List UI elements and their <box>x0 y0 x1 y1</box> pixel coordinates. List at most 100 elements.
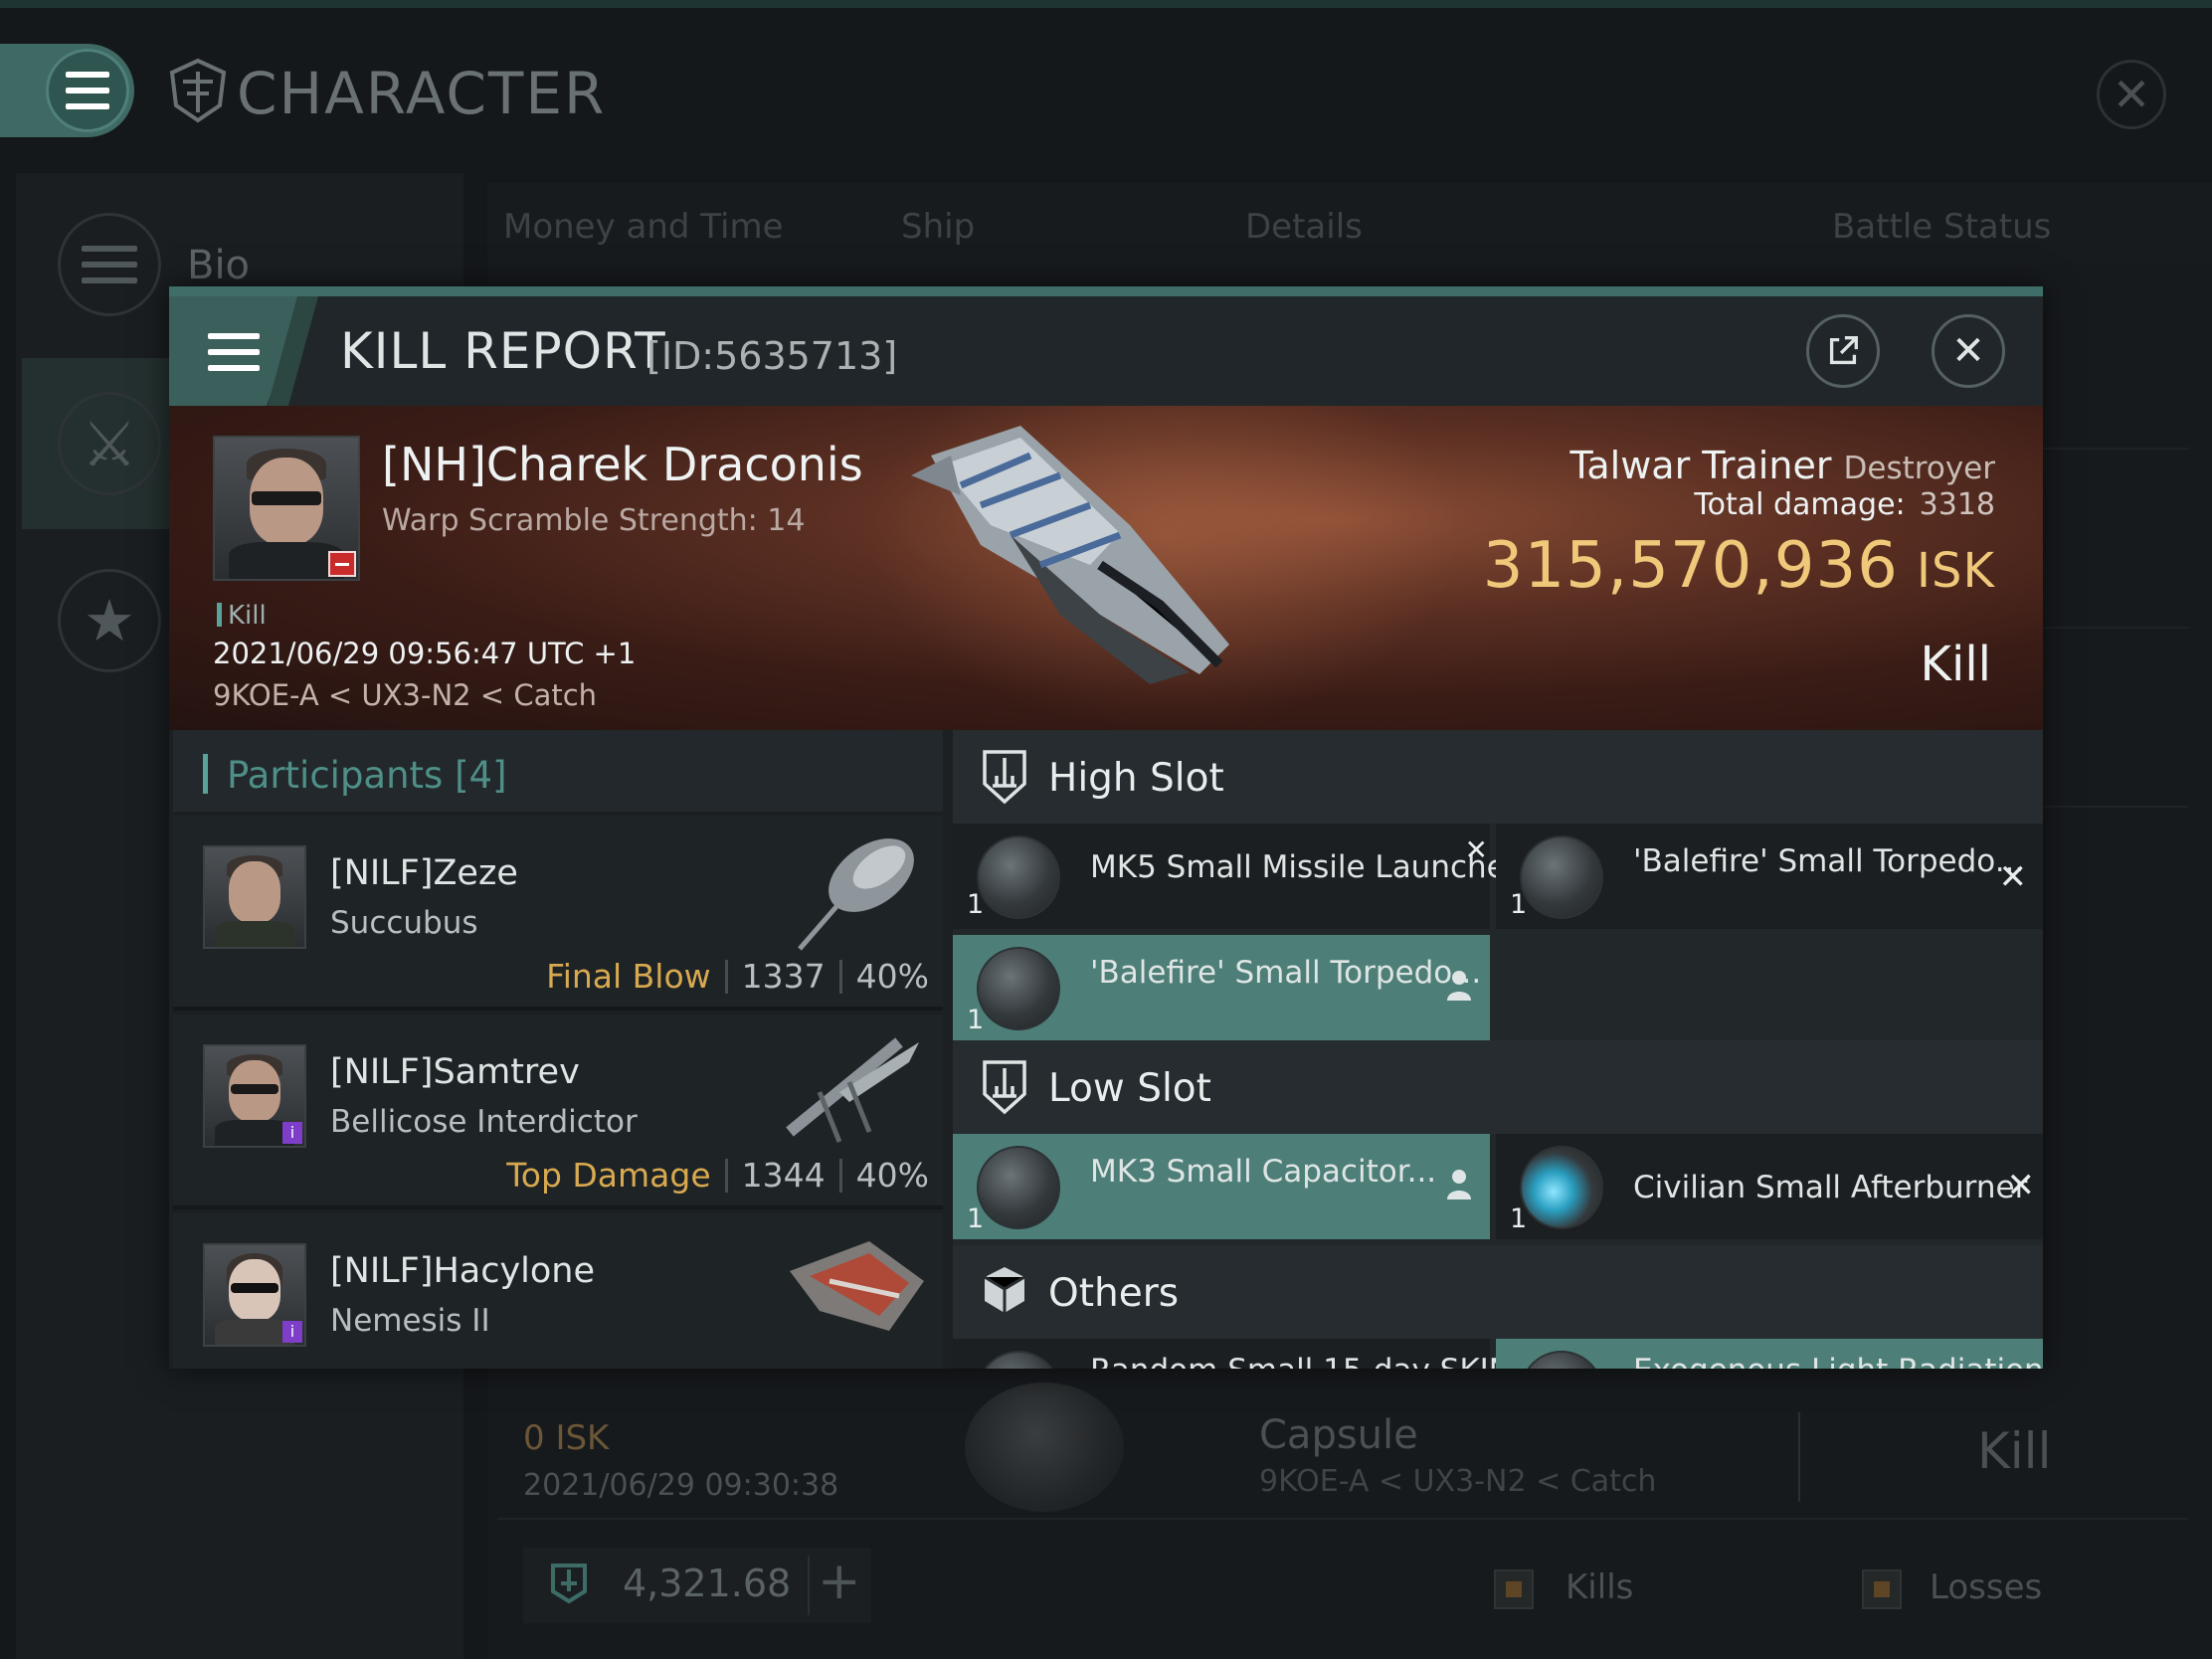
module-name: Exogenous Light Radiation... <box>1633 1353 2043 1369</box>
high-slot-title: High Slot <box>1048 756 1224 801</box>
participant-name: [NILF]Samtrev <box>330 1052 580 1092</box>
module-quantity: 1 <box>967 1005 985 1035</box>
kills-label[interactable]: Kills <box>1566 1567 1633 1607</box>
external-link-icon <box>1829 336 1858 365</box>
participants-header[interactable]: Participants [4] <box>173 730 943 812</box>
kill-datetime: 2021/06/29 09:56:47 UTC +1 <box>213 637 637 670</box>
kill-tag-label: Kill <box>228 601 267 631</box>
tab-battle-status[interactable]: Battle Status <box>1832 207 2051 247</box>
close-dialog-button[interactable]: ✕ <box>1932 314 2005 388</box>
kills-checkbox[interactable] <box>1494 1569 1534 1609</box>
close-icon: ✕ <box>1951 328 1985 374</box>
others-header: Others <box>953 1245 2043 1339</box>
character-helmet-icon <box>169 58 227 123</box>
victim-portrait[interactable] <box>213 436 360 581</box>
participant-portrait[interactable]: i <box>203 1044 306 1148</box>
kill-location[interactable]: 9KOE-A < UX3-N2 < Catch <box>213 678 597 712</box>
participant-ship-image <box>790 1241 924 1331</box>
destroyed-icon: ✕ <box>1464 833 1488 866</box>
crossed-swords-icon[interactable]: ⚔ <box>58 392 161 495</box>
participant-stats: Final Blow 1337 40% <box>546 957 929 996</box>
participants-panel: Participants [4] [NILF]Zeze Succubus Fin… <box>173 730 943 1369</box>
module-slot[interactable]: 1 MK3 Small Capacitor... <box>953 1134 1490 1239</box>
battle-entry-row[interactable]: 0 ISK 2021/06/29 09:30:38 Capsule 9KOE-A… <box>497 1382 2188 1522</box>
losses-checkbox[interactable] <box>1862 1569 1902 1609</box>
top-damage-label: Top Damage <box>506 1156 711 1195</box>
module-name: 'Balefire' Small Torpedo... <box>1633 843 2025 879</box>
participant-row[interactable]: i [NILF]Samtrev Bellicose Interdictor To… <box>173 1014 943 1209</box>
cargo-box-icon <box>984 1267 1025 1313</box>
participant-row[interactable]: [NILF]Zeze Succubus Final Blow 1337 40% <box>173 816 943 1011</box>
victim-ship[interactable]: Talwar Trainer Destroyer <box>1569 444 1995 487</box>
capacitor-icon <box>977 1146 1060 1229</box>
total-damage: Total damage: 3318 <box>1694 487 1995 522</box>
bio-nav-icon[interactable] <box>58 213 161 316</box>
hamburger-menu-icon[interactable] <box>46 49 129 132</box>
kill-report-dialog: KILL REPORT [ID:5635713] ✕ [NH]Charek Dr… <box>169 286 2043 1369</box>
module-name: Random Small 15-day SKIN ... <box>1090 1353 1551 1369</box>
participant-percent: 40% <box>855 1156 929 1195</box>
fleet-points-icon <box>551 1564 587 1604</box>
screen: CHARACTER ✕ Bio ⚔ ★ Money and Time Ship … <box>0 0 2212 1659</box>
module-name: 'Balefire' Small Torpedo... <box>1090 955 1482 991</box>
total-damage-label: Total damage: <box>1694 487 1906 522</box>
tab-money-and-time[interactable]: Money and Time <box>503 207 784 247</box>
participant-ship-image <box>786 1037 919 1143</box>
high-slot-icon <box>983 750 1026 805</box>
losses-label[interactable]: Losses <box>1930 1567 2042 1607</box>
add-button[interactable]: + <box>818 1552 861 1611</box>
isk-unit: ISK <box>1916 543 1995 599</box>
module-slot[interactable]: 1 'Balefire' Small Torpedo... ✕ <box>1496 824 2043 929</box>
nav-bio-label[interactable]: Bio <box>187 243 250 288</box>
participant-portrait[interactable]: i <box>203 1243 306 1347</box>
module-slot[interactable]: 1 Civilian Small Afterburner ✕ <box>1496 1134 2043 1239</box>
points-value: 4,321.68 <box>623 1562 792 1605</box>
kill-tag: Kill <box>217 601 267 631</box>
participant-portrait[interactable] <box>203 845 306 949</box>
final-blow-label: Final Blow <box>546 957 711 996</box>
entry-ship: Capsule <box>1259 1412 1418 1458</box>
entry-location: 9KOE-A < UX3-N2 < Catch <box>1259 1464 1657 1499</box>
participant-damage: 1344 <box>741 1156 826 1195</box>
entry-divider <box>1798 1412 1800 1502</box>
top-accent-line <box>0 0 2212 8</box>
module-slot[interactable]: 1 MK5 Small Missile Launcher ✕ <box>953 824 1519 929</box>
victim-name[interactable]: [NH]Charek Draconis <box>382 438 863 491</box>
victim-ship-image <box>911 426 1229 684</box>
ammo-icon <box>1520 1351 1603 1369</box>
app-close-icon[interactable]: ✕ <box>2097 60 2166 129</box>
module-quantity: 1 <box>967 1203 985 1234</box>
module-slot[interactable]: Random Small 15-day SKIN ... <box>953 1339 1551 1369</box>
participant-name: [NILF]Zeze <box>330 853 518 893</box>
module-slot[interactable]: 1 'Balefire' Small Torpedo... <box>953 935 1490 1040</box>
share-button[interactable] <box>1806 314 1880 388</box>
menu-icon[interactable] <box>205 322 263 382</box>
star-icon[interactable]: ★ <box>58 569 161 672</box>
participant-ship: Bellicose Interdictor <box>330 1104 638 1140</box>
row-divider <box>497 1518 2188 1520</box>
missile-launcher-icon <box>977 835 1060 919</box>
ship-class: Destroyer <box>1843 451 1995 486</box>
torpedo-launcher-icon <box>977 947 1060 1030</box>
add-icon[interactable] <box>808 1556 810 1615</box>
module-name: Civilian Small Afterburner <box>1633 1170 2028 1205</box>
result-label: Kill <box>1920 637 1991 692</box>
module-name: MK3 Small Capacitor... <box>1090 1154 1437 1190</box>
module-quantity: 1 <box>1510 1203 1528 1234</box>
dropped-person-icon <box>1447 971 1471 1001</box>
afterburner-icon <box>1520 1146 1603 1229</box>
dialog-accent-bar <box>169 286 2043 296</box>
tab-ship[interactable]: Ship <box>901 207 975 247</box>
participant-row[interactable]: i [NILF]Hacylone Nemesis II <box>173 1213 943 1369</box>
info-badge-icon: i <box>282 1122 302 1144</box>
destroyed-icon: ✕ <box>2006 1166 2036 1205</box>
torpedo-launcher-icon <box>1520 835 1603 919</box>
app-title: CHARACTER <box>237 60 607 127</box>
entry-isk: 0 ISK <box>523 1418 610 1458</box>
module-name: MK5 Small Missile Launcher <box>1090 849 1519 885</box>
report-id: [ID:5635713] <box>646 334 898 378</box>
tab-details[interactable]: Details <box>1245 207 1363 247</box>
isk-value: 315,570,936 ISK <box>1483 529 1995 603</box>
low-slot-header: Low Slot <box>953 1040 2043 1134</box>
module-slot[interactable]: Exogenous Light Radiation... <box>1496 1339 2043 1369</box>
